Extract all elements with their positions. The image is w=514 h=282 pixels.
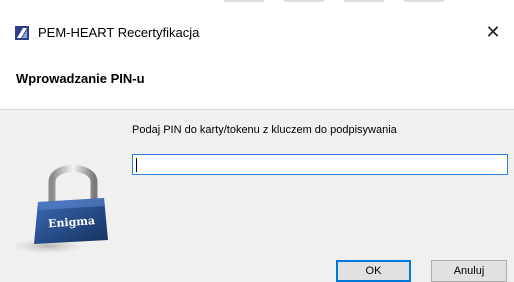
pin-input[interactable] (132, 154, 508, 175)
close-icon: ✕ (485, 21, 501, 43)
dialog-heading: Wprowadzanie PIN-u (16, 71, 145, 86)
pin-prompt-label: Podaj PIN do karty/tokenu z kluczem do p… (132, 124, 397, 136)
app-logo-icon (15, 26, 29, 40)
dialog-header: Wprowadzanie PIN-u (0, 64, 514, 110)
text-caret (136, 158, 137, 172)
padlock-icon: Enigma (10, 165, 108, 254)
close-button[interactable]: ✕ (478, 18, 508, 46)
cancel-button[interactable]: Anuluj (431, 260, 507, 282)
dialog-body: Enigma Podaj PIN do karty/tokenu z klucz… (0, 110, 514, 282)
title-bar[interactable]: PEM-HEART Recertyfikacja ✕ (0, 0, 514, 64)
ok-button[interactable]: OK (336, 260, 411, 282)
window-title: PEM-HEART Recertyfikacja (38, 25, 200, 40)
